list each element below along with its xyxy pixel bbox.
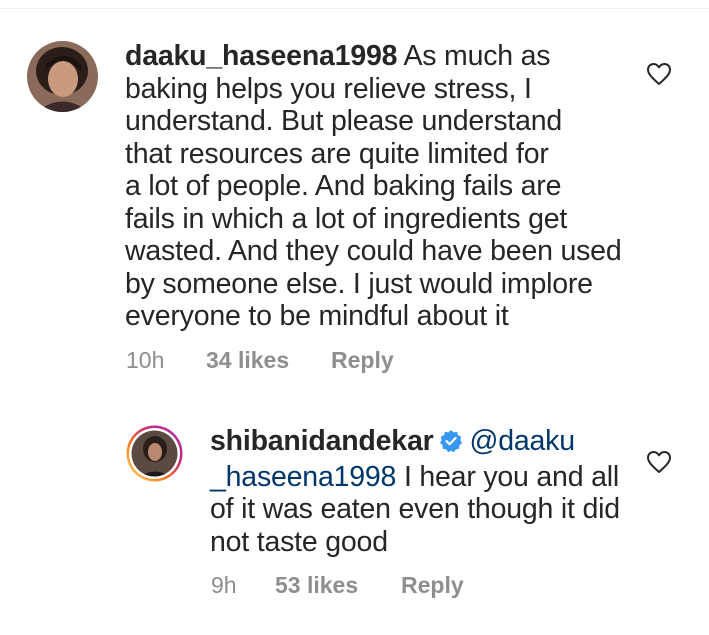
comment-text-line: of it was eaten even though it did	[210, 493, 620, 525]
comment-text-line: by someone else. I just would implore	[125, 267, 593, 300]
comment-username[interactable]: shibanidandekar	[210, 425, 434, 457]
comment-username[interactable]: daaku_haseena1998	[125, 40, 397, 72]
comment-text-line: I hear you and all	[403, 460, 619, 493]
reply-button[interactable]: Reply	[401, 572, 464, 599]
comment-likes[interactable]: 34 likes	[206, 347, 289, 374]
comment-timestamp: 9h	[211, 572, 237, 598]
avatar[interactable]	[27, 41, 98, 112]
mention-link[interactable]: @daaku	[469, 425, 575, 457]
heart-outline-icon[interactable]	[646, 62, 672, 86]
comment-likes[interactable]: 53 likes	[275, 572, 358, 599]
verified-badge-icon	[439, 428, 463, 461]
comment-text-line: that resources are quite limited for	[125, 137, 549, 170]
mention-link[interactable]: _haseena1998	[210, 461, 396, 493]
comment-text-line: wasted. And they could have been used	[125, 235, 622, 267]
comment-text-line: fails in which a lot of ingredients get	[125, 202, 568, 235]
avatar[interactable]	[126, 425, 183, 482]
comment-text-line: baking helps you relieve stress, I	[125, 72, 532, 105]
user-avatar-photo	[27, 41, 98, 112]
comment-text-line: As much as	[403, 40, 551, 72]
comment-text-line: not taste good	[210, 525, 388, 558]
story-ring-avatar	[126, 425, 183, 482]
comment-timestamp: 10h	[126, 347, 165, 373]
heart-outline-icon[interactable]	[646, 450, 672, 474]
top-divider	[0, 8, 709, 9]
comment-text-line: understand. But please understand	[125, 105, 563, 137]
reply-button[interactable]: Reply	[331, 347, 394, 374]
comment-text-line: everyone to be mindful about it	[125, 300, 509, 332]
comment-text-line: a lot of people. And baking fails are	[125, 170, 562, 202]
